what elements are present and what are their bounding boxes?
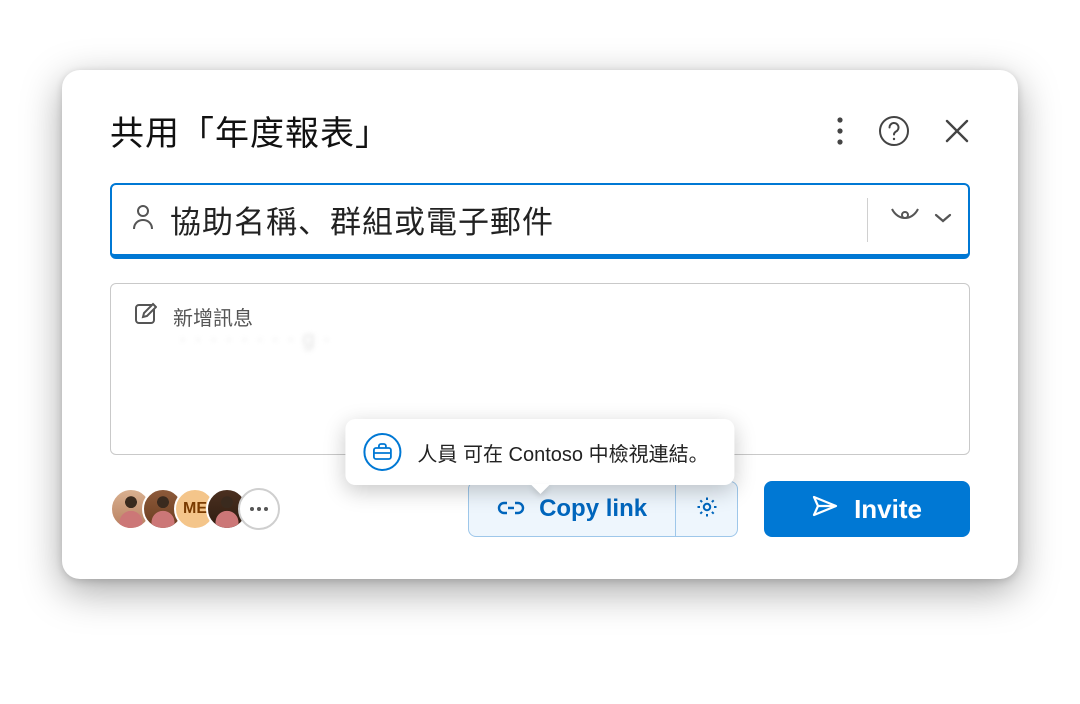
link-permission-tooltip: 人員 可在 Contoso 中檢視連結。 <box>345 419 734 485</box>
recipient-input[interactable]: 協助名稱、群組或電子郵件 <box>110 183 970 259</box>
shared-with-avatars[interactable]: ME <box>110 488 280 530</box>
more-options-icon[interactable] <box>836 116 844 146</box>
send-icon <box>812 494 838 525</box>
help-icon[interactable] <box>878 115 910 147</box>
briefcase-icon <box>363 433 401 471</box>
chevron-down-icon <box>934 211 952 229</box>
copy-link-label: Copy link <box>539 495 647 523</box>
dialog-title: 共用「年度報表」 <box>110 106 836 155</box>
link-settings-button[interactable] <box>675 482 737 536</box>
recipient-placeholder: 協助名稱、群組或電子郵件 <box>170 197 867 242</box>
person-icon <box>132 204 154 235</box>
invite-button[interactable]: Invite <box>764 481 970 537</box>
link-icon <box>497 495 525 523</box>
eye-icon <box>890 207 920 232</box>
message-ghost-text: · · · · · · · · g · <box>179 326 331 352</box>
permission-dropdown[interactable] <box>867 198 952 242</box>
dialog-header: 共用「年度報表」 <box>110 106 970 155</box>
copy-link-group: Copy link <box>468 481 738 537</box>
invite-label: Invite <box>854 494 922 525</box>
close-icon[interactable] <box>944 118 970 144</box>
share-dialog: 共用「年度報表」 協助名稱、群組或電子郵件 <box>62 70 1018 579</box>
copy-link-button[interactable]: Copy link <box>469 482 675 536</box>
compose-icon <box>133 302 157 331</box>
gear-icon <box>695 495 719 524</box>
more-avatars-button[interactable] <box>238 488 280 530</box>
header-actions <box>836 115 970 147</box>
tooltip-text: 人員 可在 Contoso 中檢視連結。 <box>417 438 708 467</box>
